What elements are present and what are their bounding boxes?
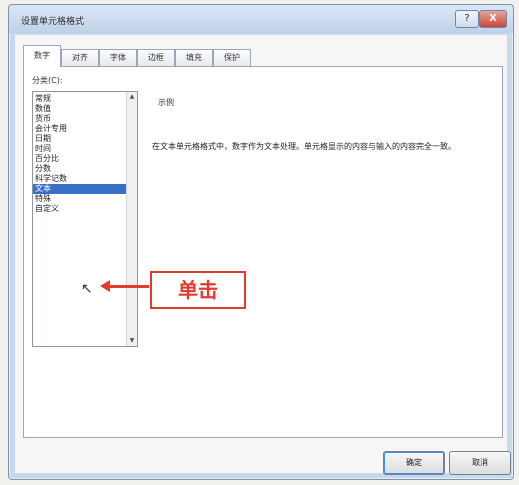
category-item-custom[interactable]: 自定义	[33, 204, 127, 214]
category-item-number[interactable]: 数值	[33, 104, 127, 114]
sample-label: 示例	[158, 98, 174, 107]
format-description: 在文本单元格格式中，数字作为文本处理。单元格显示的内容与输入的内容完全一致。	[152, 142, 456, 151]
category-item-percentage[interactable]: 百分比	[33, 154, 127, 164]
tab-protection[interactable]: 保护	[213, 49, 251, 66]
tab-number[interactable]: 数字	[23, 45, 61, 67]
category-item-date[interactable]: 日期	[33, 134, 127, 144]
close-button[interactable]: X	[479, 10, 507, 28]
category-label: 分类(C):	[32, 76, 63, 85]
scroll-down-icon[interactable]: ▼	[127, 336, 137, 346]
help-button[interactable]: ?	[455, 10, 479, 28]
tab-fill[interactable]: 填充	[175, 49, 213, 66]
format-cells-dialog: 设置单元格格式 ? X 数字 对齐 字体 边框 填充 保护 分类(C): 常规 …	[8, 4, 514, 480]
dialog-title: 设置单元格格式	[21, 17, 85, 27]
tab-font[interactable]: 字体	[99, 49, 137, 66]
scroll-up-icon[interactable]: ▲	[127, 92, 137, 102]
cancel-button[interactable]: 取消	[449, 451, 511, 475]
category-item-fraction[interactable]: 分数	[33, 164, 127, 174]
category-item-text[interactable]: 文本	[33, 184, 127, 194]
tab-border[interactable]: 边框	[137, 49, 175, 66]
title-bar: 设置单元格格式 ? X	[9, 5, 513, 33]
annotation-callout: 单击	[150, 271, 246, 309]
category-item-scientific[interactable]: 科学记数	[33, 174, 127, 184]
category-item-time[interactable]: 时间	[33, 144, 127, 154]
annotation-arrow	[107, 285, 149, 288]
category-item-special[interactable]: 特殊	[33, 194, 127, 204]
category-list[interactable]: 常规 数值 货币 会计专用 日期 时间 百分比 分数 科学记数 文本 特殊 自定…	[32, 91, 138, 347]
tab-alignment[interactable]: 对齐	[61, 49, 99, 66]
category-scrollbar[interactable]: ▲ ▼	[126, 92, 137, 346]
category-item-accounting[interactable]: 会计专用	[33, 124, 127, 134]
dialog-body: 数字 对齐 字体 边框 填充 保护 分类(C): 常规 数值 货币 会计专用 日…	[15, 35, 511, 475]
category-item-general[interactable]: 常规	[33, 94, 127, 104]
mouse-cursor-icon: ↖	[81, 281, 93, 297]
number-tab-panel: 分类(C): 常规 数值 货币 会计专用 日期 时间 百分比 分数 科学记数 文…	[23, 66, 503, 438]
category-item-currency[interactable]: 货币	[33, 114, 127, 124]
ok-button[interactable]: 确定	[383, 451, 445, 475]
